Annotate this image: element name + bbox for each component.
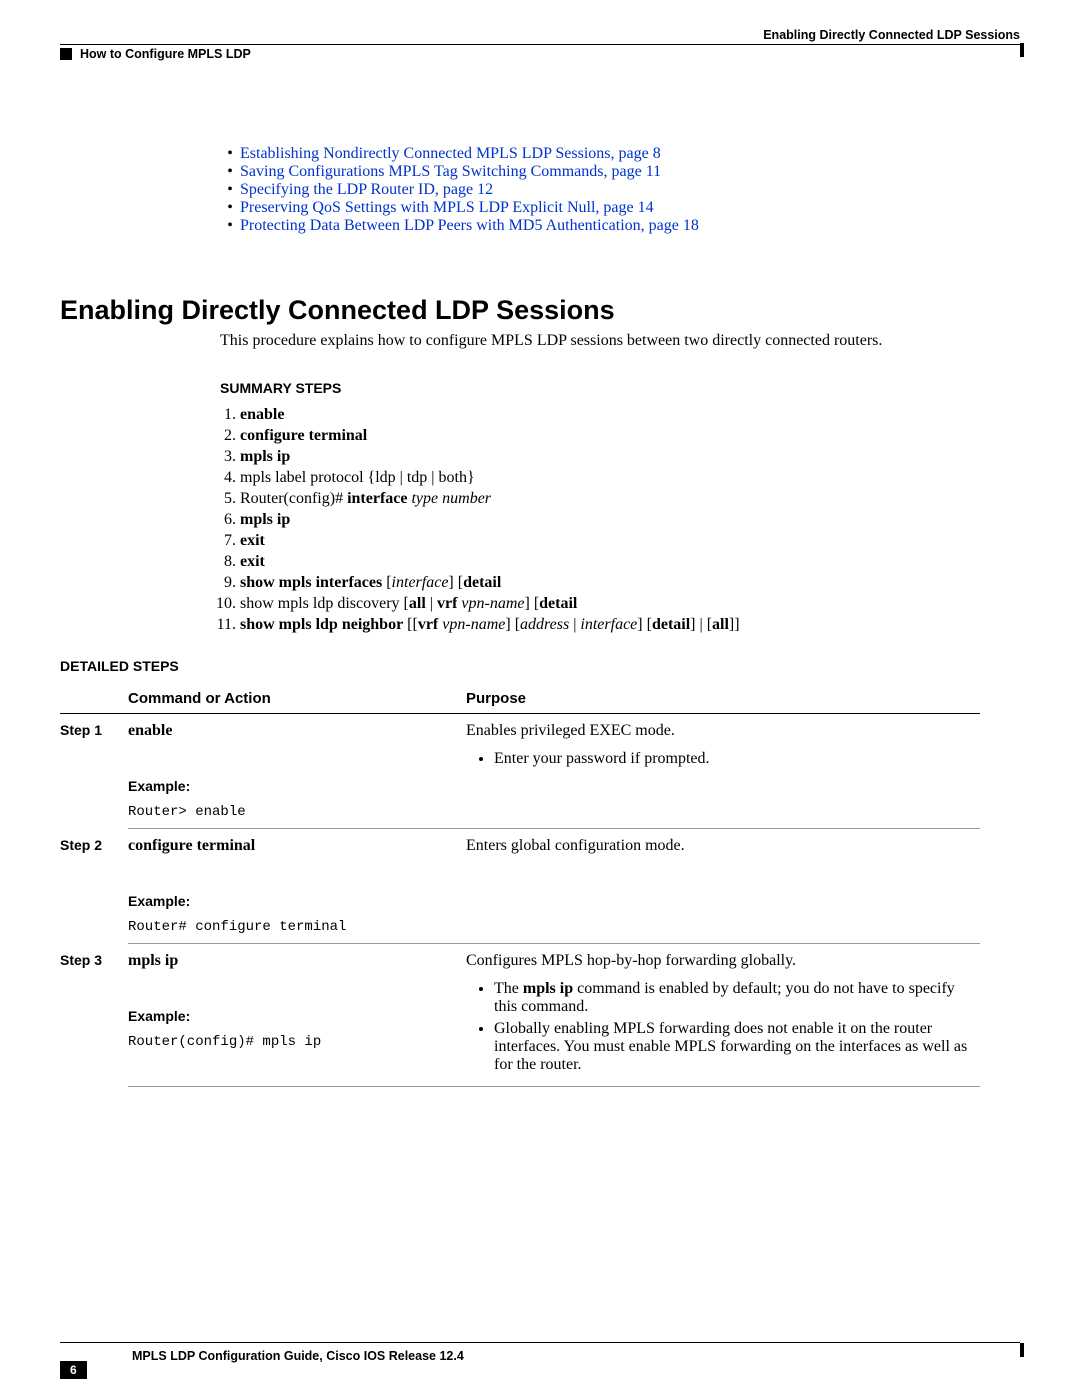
- purpose-list: Enter your password if prompted.: [466, 750, 972, 768]
- purpose-cell: Configures MPLS hop-by-hop forwarding gl…: [466, 944, 980, 1087]
- summary-steps-heading: SUMMARY STEPS: [220, 380, 980, 396]
- example-label: Example:: [128, 893, 458, 909]
- command-name: mpls ip: [128, 952, 458, 970]
- purpose-text: Configures MPLS hop-by-hop forwarding gl…: [466, 952, 972, 970]
- toc-link[interactable]: Protecting Data Between LDP Peers with M…: [240, 217, 699, 234]
- toc-link[interactable]: Establishing Nondirectly Connected MPLS …: [240, 145, 661, 162]
- example-code: Router> enable: [128, 804, 458, 820]
- summary-step: Router(config)# interface type number: [240, 490, 980, 508]
- example-code: Router(config)# mpls ip: [128, 1034, 458, 1050]
- toc-item: Specifying the LDP Router ID, page 12: [220, 181, 980, 199]
- section-heading: Enabling Directly Connected LDP Sessions: [60, 295, 980, 326]
- summary-step: enable: [240, 406, 980, 424]
- toc-item: Establishing Nondirectly Connected MPLS …: [220, 145, 980, 163]
- toc-item: Saving Configurations MPLS Tag Switching…: [220, 163, 980, 181]
- step-label: Step 2: [60, 829, 128, 944]
- purpose-bullet: Globally enabling MPLS forwarding does n…: [494, 1020, 972, 1074]
- purpose-bullet: Enter your password if prompted.: [494, 750, 972, 768]
- toc-link[interactable]: Preserving QoS Settings with MPLS LDP Ex…: [240, 199, 654, 216]
- command-cell: configure terminal Example: Router# config…: [128, 829, 466, 944]
- step-label: Step 1: [60, 714, 128, 829]
- summary-step: configure terminal: [240, 427, 980, 445]
- main-content: Establishing Nondirectly Connected MPLS …: [220, 145, 980, 1087]
- example-label: Example:: [128, 778, 458, 794]
- toc-list: Establishing Nondirectly Connected MPLS …: [220, 145, 980, 235]
- command-name: enable: [128, 722, 458, 740]
- summary-steps-list: enable configure terminal mpls ip mpls labe…: [220, 406, 980, 634]
- toc-link[interactable]: Saving Configurations MPLS Tag Switching…: [240, 163, 661, 180]
- purpose-bullet: The mpls ip command is enabled by defaul…: [494, 980, 972, 1016]
- example-label: Example:: [128, 1008, 458, 1024]
- summary-step: mpls label protocol {ldp | tdp | both}: [240, 469, 980, 487]
- header-square-icon: [60, 48, 72, 60]
- table-row: Step 3mpls ip Example: Router(config)# mpl…: [60, 944, 980, 1087]
- footer-rule: [60, 1342, 1020, 1343]
- section-intro: This procedure explains how to configure…: [220, 332, 980, 350]
- table-header-empty: [60, 684, 128, 714]
- example-code: Router# configure terminal: [128, 919, 458, 935]
- document-page: Enabling Directly Connected LDP Sessions…: [0, 0, 1080, 1397]
- footer-right-marker: [1020, 1343, 1024, 1357]
- toc-item: Protecting Data Between LDP Peers with M…: [220, 217, 980, 235]
- summary-step: mpls ip: [240, 448, 980, 466]
- summary-step: exit: [240, 532, 980, 550]
- toc-link[interactable]: Specifying the LDP Router ID, page 12: [240, 181, 493, 198]
- detailed-steps-heading: DETAILED STEPS: [60, 658, 980, 674]
- command-cell: enable Example: Router> enable: [128, 714, 466, 829]
- purpose-cell: Enables privileged EXEC mode. Enter your …: [466, 714, 980, 829]
- header-rule: [60, 44, 1020, 45]
- table-row: Step 1enable Example: Router> enable Enable…: [60, 714, 980, 829]
- page-number: 6: [60, 1361, 87, 1379]
- header-section-title: Enabling Directly Connected LDP Sessions: [763, 28, 1020, 42]
- command-cell: mpls ip Example: Router(config)# mpls ip: [128, 944, 466, 1087]
- purpose-list: The mpls ip command is enabled by defaul…: [466, 980, 972, 1074]
- purpose-text: Enters global configuration mode.: [466, 837, 972, 855]
- header-right-marker: [1020, 43, 1024, 57]
- breadcrumb: How to Configure MPLS LDP: [80, 47, 251, 61]
- header-left-row: How to Configure MPLS LDP: [60, 47, 1020, 61]
- purpose-text: Enables privileged EXEC mode.: [466, 722, 972, 740]
- toc-item: Preserving QoS Settings with MPLS LDP Ex…: [220, 199, 980, 217]
- purpose-cell: Enters global configuration mode.: [466, 829, 980, 944]
- table-row: Step 2configure terminal Example: Router# …: [60, 829, 980, 944]
- table-header-purpose: Purpose: [466, 684, 980, 714]
- summary-step: mpls ip: [240, 511, 980, 529]
- command-name: configure terminal: [128, 837, 458, 855]
- summary-step: show mpls interfaces [interface] [detail: [240, 574, 980, 592]
- detailed-steps-table: Command or Action Purpose Step 1enable Ex…: [60, 684, 980, 1087]
- summary-step: exit: [240, 553, 980, 571]
- step-label: Step 3: [60, 944, 128, 1087]
- table-header-command: Command or Action: [128, 684, 466, 714]
- summary-step: show mpls ldp neighbor [[vrf vpn-name] […: [240, 616, 980, 634]
- footer-doc-title: MPLS LDP Configuration Guide, Cisco IOS …: [132, 1349, 464, 1363]
- summary-step: show mpls ldp discovery [all | vrf vpn-n…: [240, 595, 980, 613]
- page-number-box: 6: [60, 1361, 87, 1379]
